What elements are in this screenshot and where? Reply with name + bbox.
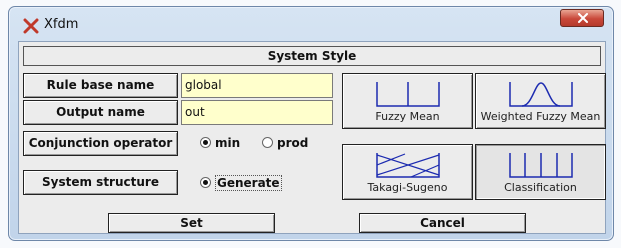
radio-prod-label: prod [277,136,309,150]
close-icon [578,13,588,23]
title-bar[interactable]: Xfdm [9,7,613,41]
style-takagi-sugeno-button[interactable]: Takagi-Sugeno [342,144,473,200]
dialog-body: System Style Rule base name global Outpu… [18,41,606,234]
radio-unselected-icon [262,137,273,148]
system-structure-label[interactable]: System structure [23,170,178,195]
output-name-label[interactable]: Output name [23,100,178,125]
conjunction-operator-label[interactable]: Conjunction operator [23,131,178,156]
rule-base-name-label[interactable]: Rule base name [23,73,178,98]
dialog-window: Xfdm System Style Rule base name global … [8,6,614,241]
xfuzzy-x-icon [23,18,39,34]
style-classification-button[interactable]: Classification [475,144,606,200]
classification-icon [509,153,573,178]
weighted-fuzzy-mean-icon [509,82,573,107]
style-classification-label: Classification [504,181,577,194]
style-fuzzy-mean-label: Fuzzy Mean [375,110,440,123]
output-name-field[interactable]: out [181,100,333,125]
rule-base-name-field[interactable]: global [181,73,333,98]
radio-generate[interactable]: Generate [200,175,282,191]
fuzzy-mean-icon [376,82,440,107]
section-header: System Style [23,46,601,66]
radio-prod[interactable]: prod [262,136,308,150]
close-button[interactable] [560,9,604,27]
style-takagi-sugeno-label: Takagi-Sugeno [367,181,448,194]
radio-selected-icon [200,137,211,148]
style-weighted-fuzzy-mean-label: Weighted Fuzzy Mean [480,110,601,123]
style-weighted-fuzzy-mean-button[interactable]: Weighted Fuzzy Mean [475,73,606,129]
radio-generate-label: Generate [215,175,282,191]
window-title: Xfdm [44,17,79,32]
set-button[interactable]: Set [108,213,275,233]
radio-min[interactable]: min [200,136,240,150]
radio-selected-icon [200,177,211,188]
cancel-button[interactable]: Cancel [359,213,526,233]
takagi-sugeno-icon [376,153,440,178]
radio-min-label: min [215,136,241,150]
style-fuzzy-mean-button[interactable]: Fuzzy Mean [342,73,473,129]
